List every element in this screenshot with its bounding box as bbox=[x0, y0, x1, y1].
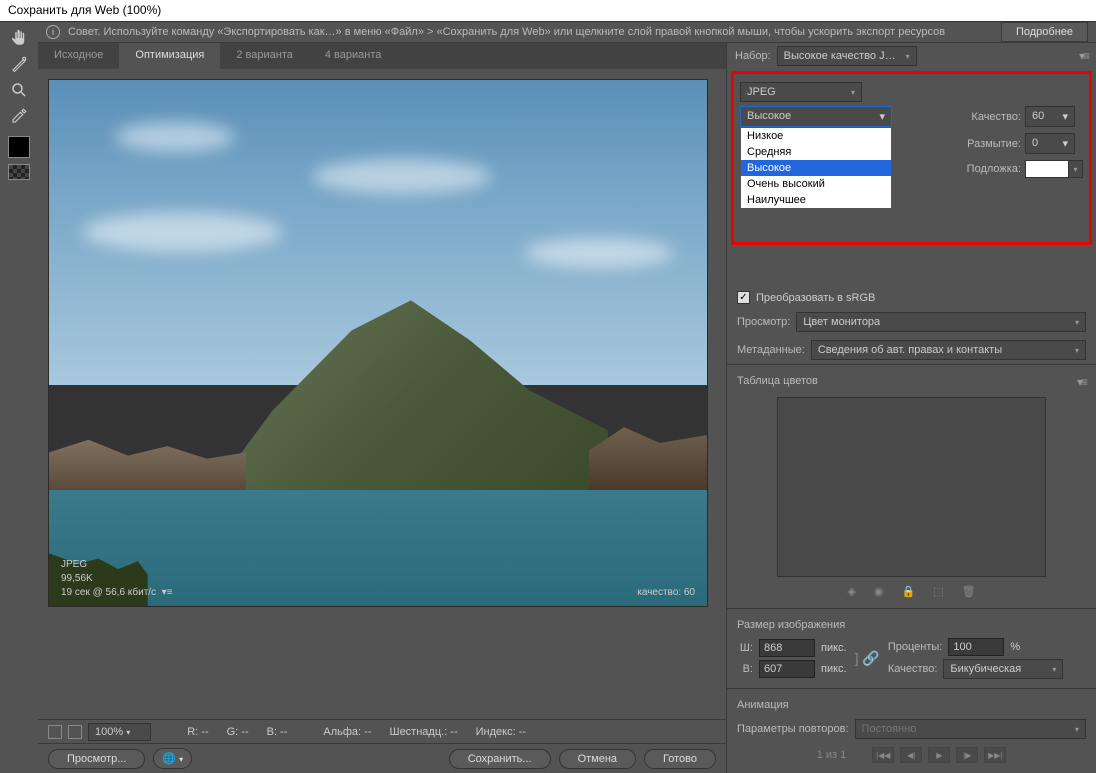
quality-option-veryhigh[interactable]: Очень высокий bbox=[741, 176, 891, 192]
resample-label: Качество: bbox=[888, 663, 938, 675]
ct-icon-4[interactable]: ⬚ bbox=[933, 585, 943, 598]
play-button: ▶ bbox=[928, 747, 950, 763]
preview-image bbox=[49, 80, 707, 606]
quality-option-medium[interactable]: Средняя bbox=[741, 144, 891, 160]
status-bar: 100% ▾ R: -- G: -- B: -- Альфа: -- Шестн… bbox=[38, 719, 726, 743]
ct-icon-2[interactable]: ◉ bbox=[874, 585, 884, 598]
alpha-value: Альфа: -- bbox=[323, 726, 371, 738]
grid-icon[interactable] bbox=[48, 725, 62, 739]
srgb-checkbox[interactable]: ✓ bbox=[737, 291, 750, 304]
footer-bar: Просмотр... 🌐 ▾ Сохранить... Отмена Гото… bbox=[38, 743, 726, 773]
color-table-menu-icon[interactable]: ▾≡ bbox=[1077, 375, 1086, 389]
panel-menu-icon[interactable]: ▾≡ bbox=[1079, 49, 1088, 63]
link-icon[interactable]: ] 🔗 bbox=[855, 650, 880, 667]
loop-select: Постоянно▾ bbox=[855, 719, 1086, 739]
tab-original[interactable]: Исходное bbox=[38, 43, 119, 69]
zoom-tool-icon[interactable] bbox=[7, 78, 31, 102]
view-tabs: Исходное Оптимизация 2 варианта 4 вариан… bbox=[38, 43, 726, 69]
zoom-select[interactable]: 100% ▾ bbox=[88, 723, 151, 741]
metadata-label: Метаданные: bbox=[737, 344, 805, 356]
tool-column bbox=[0, 22, 38, 754]
blur-input[interactable]: 0▾ bbox=[1025, 133, 1075, 154]
width-input[interactable] bbox=[759, 639, 815, 657]
width-label: Ш: bbox=[737, 642, 753, 654]
image-size-title: Размер изображения bbox=[737, 619, 845, 631]
grid2-icon[interactable] bbox=[68, 725, 82, 739]
quality-preset-list: Низкое Средняя Высокое Очень высокий Наи… bbox=[740, 127, 892, 209]
window-title: Сохранить для Web (100%) bbox=[0, 0, 1096, 22]
preview-frame[interactable]: JPEG 99,56K 19 сек @ 56,6 кбит/с ▾≡ каче… bbox=[48, 79, 708, 607]
save-button[interactable]: Сохранить... bbox=[449, 749, 551, 769]
preview-time: 19 сек @ 56,6 кбит/с ▾≡ bbox=[61, 586, 172, 600]
last-frame-button: ▶▶| bbox=[984, 747, 1006, 763]
preview-format: JPEG bbox=[61, 558, 172, 572]
tip-bar: i Совет. Используйте команду «Экспортиро… bbox=[38, 22, 1096, 43]
ct-icon-1[interactable]: ◈ bbox=[847, 585, 855, 598]
frame-indicator: 1 из 1 bbox=[817, 749, 847, 761]
g-value: G: -- bbox=[227, 726, 249, 738]
preset-select[interactable]: Высокое качество J…▾ bbox=[777, 46, 917, 66]
tab-optimized[interactable]: Оптимизация bbox=[119, 43, 220, 69]
preview-label: Просмотр: bbox=[737, 316, 790, 328]
matte-swatch[interactable] bbox=[1025, 160, 1069, 178]
format-select[interactable]: JPEG▾ bbox=[740, 82, 862, 102]
percent-input[interactable] bbox=[948, 638, 1004, 656]
hand-tool-icon[interactable] bbox=[7, 26, 31, 50]
browser-menu-button[interactable]: 🌐 ▾ bbox=[153, 748, 192, 769]
quality-preset-dropdown[interactable]: Высокое▾ Низкое Средняя Высокое Очень вы… bbox=[740, 106, 892, 127]
height-input[interactable] bbox=[759, 660, 815, 678]
tab-4up[interactable]: 4 варианта bbox=[309, 43, 398, 69]
quality-option-max[interactable]: Наилучшее bbox=[741, 192, 891, 208]
done-button[interactable]: Готово bbox=[644, 749, 716, 769]
blur-label: Размытие: bbox=[955, 138, 1021, 150]
prev-frame-button: ◀| bbox=[900, 747, 922, 763]
next-frame-button: |▶ bbox=[956, 747, 978, 763]
color-table bbox=[777, 397, 1046, 577]
index-value: Индекс: -- bbox=[476, 726, 526, 738]
quality-input[interactable]: 60▾ bbox=[1025, 106, 1075, 127]
more-button[interactable]: Подробнее bbox=[1001, 22, 1088, 42]
preview-quality: качество: 60 bbox=[637, 586, 695, 600]
ct-trash-icon[interactable]: 🗑 bbox=[962, 585, 976, 598]
tab-2up[interactable]: 2 варианта bbox=[220, 43, 309, 69]
slice-tool-icon[interactable] bbox=[7, 52, 31, 76]
r-value: R: -- bbox=[187, 726, 208, 738]
preset-label: Набор: bbox=[735, 50, 771, 62]
hex-value: Шестнадц.: -- bbox=[389, 726, 457, 738]
ct-lock-icon[interactable]: 🔒 bbox=[902, 585, 916, 598]
preview-size: 99,56K bbox=[61, 572, 172, 586]
animation-title: Анимация bbox=[737, 699, 789, 711]
color-table-title: Таблица цветов bbox=[737, 375, 818, 389]
preview-button[interactable]: Просмотр... bbox=[48, 749, 145, 769]
height-label: В: bbox=[737, 663, 753, 675]
settings-panel: Набор: Высокое качество J…▾ ▾≡ JPEG▾ Выс… bbox=[726, 43, 1096, 773]
cancel-button[interactable]: Отмена bbox=[559, 749, 636, 769]
info-icon: i bbox=[46, 25, 60, 39]
metadata-select[interactable]: Сведения об авт. правах и контакты▾ bbox=[811, 340, 1086, 360]
foreground-swatch[interactable] bbox=[8, 136, 30, 158]
srgb-label: Преобразовать в sRGB bbox=[756, 292, 875, 304]
highlight-box: JPEG▾ Высокое▾ Низкое Средняя Высокое Оч… bbox=[731, 71, 1092, 245]
resample-select[interactable]: Бикубическая▾ bbox=[943, 659, 1063, 679]
loop-label: Параметры повторов: bbox=[737, 723, 849, 735]
quality-label: Качество: bbox=[955, 111, 1021, 123]
preview-select[interactable]: Цвет монитора▾ bbox=[796, 312, 1086, 332]
quality-option-low[interactable]: Низкое bbox=[741, 128, 891, 144]
quality-option-high[interactable]: Высокое bbox=[741, 160, 891, 176]
eyedropper-tool-icon[interactable] bbox=[7, 104, 31, 128]
tip-text: Совет. Используйте команду «Экспортирова… bbox=[68, 26, 993, 38]
matte-label: Подложка: bbox=[955, 163, 1021, 175]
toggle-swatch[interactable] bbox=[8, 164, 30, 180]
first-frame-button: |◀◀ bbox=[872, 747, 894, 763]
percent-label: Проценты: bbox=[888, 641, 943, 653]
b-value: B: -- bbox=[267, 726, 288, 738]
